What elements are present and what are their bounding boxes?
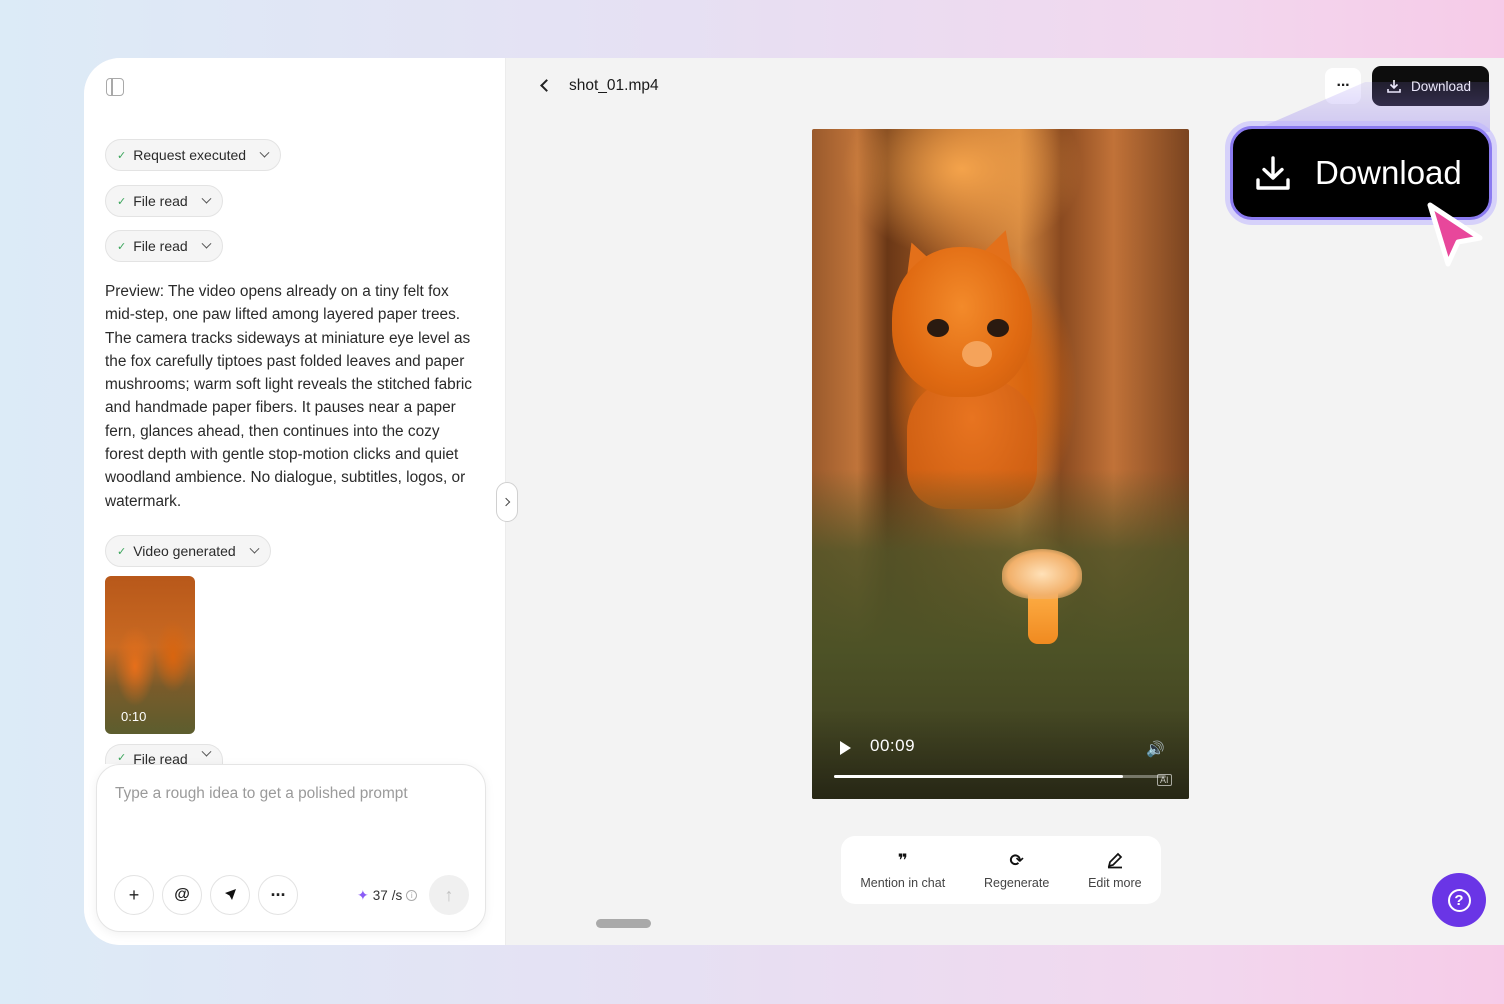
chip-label: File read (133, 193, 188, 209)
chip-file-read[interactable]: ✓ File read (105, 185, 223, 217)
chip-label: File read (133, 751, 188, 764)
video-controls-overlay (812, 709, 1189, 799)
prompt-composer: + @ ··· ✦ 37 /s i ↑ (96, 764, 486, 932)
video-player[interactable]: 00:09 🔊 AI (812, 129, 1189, 799)
video-thumbnail[interactable]: 0:10 (105, 576, 195, 734)
cursor-pointer-icon (1427, 202, 1483, 267)
fox-snout (962, 341, 992, 367)
action-label: Edit more (1088, 875, 1142, 890)
check-icon: ✓ (117, 545, 127, 558)
mushroom-cap (1002, 549, 1082, 599)
scrollbar-handle[interactable] (596, 919, 651, 928)
zoom-download-label: Download (1315, 154, 1462, 191)
fox-head (892, 247, 1032, 397)
progress-fill (834, 775, 1123, 778)
plus-icon: + (128, 884, 140, 905)
check-icon: ✓ (117, 195, 127, 208)
ai-badge: AI (1157, 774, 1172, 786)
cost-unit: /s (391, 888, 403, 903)
refresh-icon: ⟳ (1009, 850, 1024, 870)
ellipsis-icon: ··· (270, 884, 287, 905)
chevron-down-icon (201, 746, 212, 757)
play-icon[interactable] (840, 741, 851, 755)
pencil-icon (1107, 852, 1123, 868)
cost-value: 37 (372, 888, 388, 903)
back-arrow-icon[interactable] (540, 79, 553, 92)
download-icon (1256, 156, 1290, 190)
arrow-up-icon: ↑ (444, 884, 454, 905)
thumbnail-duration: 0:10 (121, 709, 147, 724)
chip-label: Request executed (133, 147, 247, 163)
send-button[interactable]: ↑ (429, 875, 469, 915)
action-label: Mention in chat (860, 875, 946, 890)
chevron-down-icon (249, 543, 260, 554)
question-icon: ? (1447, 888, 1471, 912)
chip-label: Video generated (133, 543, 236, 559)
regenerate-button[interactable]: ⟳ Regenerate (984, 851, 1049, 890)
current-time: 00:09 (870, 736, 916, 755)
cursor-arrow-icon (225, 889, 236, 900)
volume-icon[interactable]: 🔊 (1146, 740, 1165, 758)
pointer-button[interactable] (210, 875, 250, 915)
chat-panel: ✓ Request executed ✓ File read ✓ File re… (84, 58, 506, 945)
action-label: Regenerate (983, 875, 1050, 890)
chip-video-generated[interactable]: ✓ Video generated (105, 535, 271, 567)
chip-label: File read (133, 238, 188, 254)
mention-in-chat-button[interactable]: ❞ Mention in chat (860, 851, 945, 890)
credit-cost: ✦ 37 /s i (357, 887, 418, 904)
help-button[interactable]: ? (1432, 873, 1486, 927)
check-icon: ✓ (117, 149, 127, 162)
chip-file-read[interactable]: ✓ File read (105, 230, 223, 262)
progress-bar[interactable] (834, 775, 1166, 778)
chevron-right-icon (501, 497, 511, 507)
chip-file-read[interactable]: ✓ File read (105, 744, 223, 764)
info-icon[interactable]: i (406, 890, 418, 901)
chevron-down-icon (201, 238, 212, 249)
quote-icon: ❞ (897, 850, 908, 870)
edit-more-button[interactable]: Edit more (1088, 851, 1142, 890)
file-title: shot_01.mp4 (569, 77, 659, 94)
chevron-down-icon (259, 147, 270, 158)
preview-text: Preview: The video opens already on a ti… (105, 283, 472, 510)
video-action-bar: ❞ Mention in chat ⟳ Regenerate Edit more (841, 836, 1161, 904)
sidebar-toggle-icon[interactable] (106, 78, 124, 96)
check-icon: ✓ (117, 752, 127, 764)
fox-eye (927, 319, 949, 337)
chevron-down-icon (201, 193, 212, 204)
add-button[interactable]: + (114, 875, 154, 915)
mention-button[interactable]: @ (162, 875, 202, 915)
chip-request-executed[interactable]: ✓ Request executed (105, 139, 282, 171)
at-icon: @ (174, 886, 190, 903)
check-icon: ✓ (117, 240, 127, 253)
more-options-button[interactable]: ··· (258, 875, 298, 915)
panel-collapse-handle[interactable] (496, 482, 518, 522)
fox-eye (987, 319, 1009, 337)
sparkle-icon: ✦ (357, 887, 369, 903)
prompt-input[interactable] (115, 785, 465, 803)
